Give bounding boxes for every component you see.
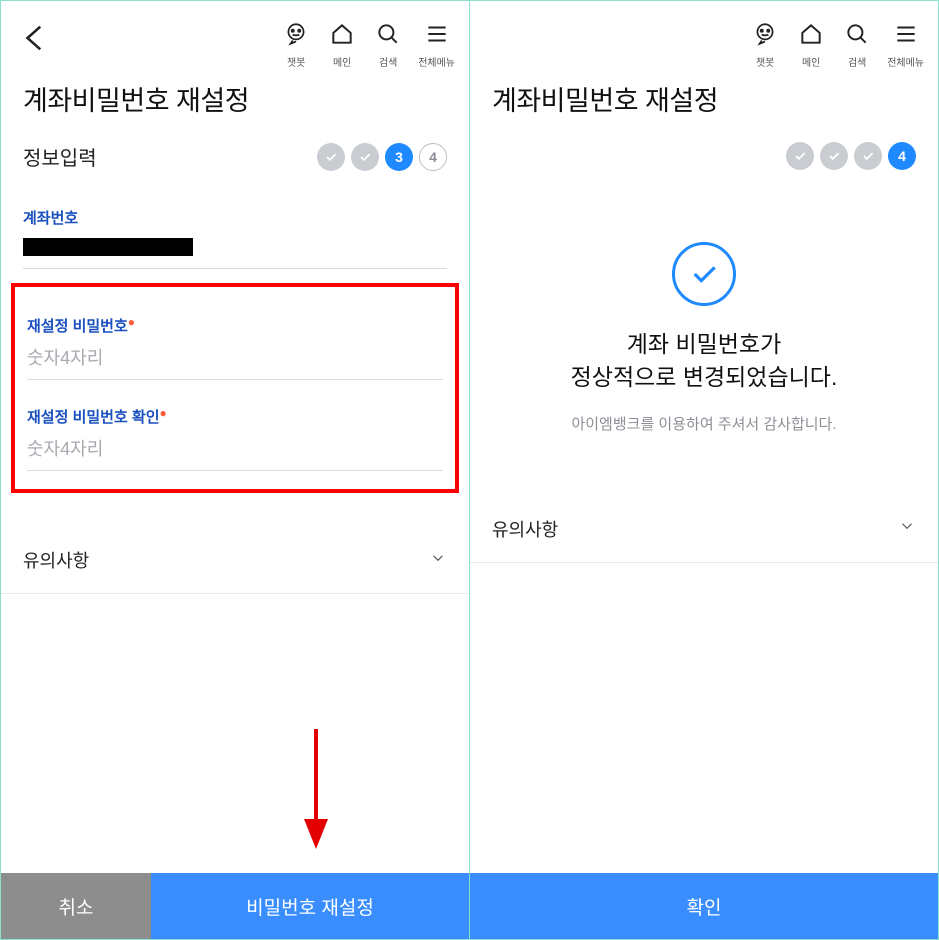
- menu-button[interactable]: 전체메뉴: [887, 21, 924, 69]
- confirm-password-input[interactable]: [27, 427, 443, 471]
- step-2-done: [351, 143, 379, 171]
- step-4-todo: 4: [419, 143, 447, 171]
- step-3-done: [854, 142, 882, 170]
- cancel-button[interactable]: 취소: [1, 873, 151, 939]
- notice-accordion[interactable]: 유의사항: [1, 527, 469, 594]
- home-label: 메인: [333, 54, 351, 69]
- chatbot-label: 챗봇: [756, 54, 774, 69]
- success-panel: 계좌 비밀번호가 정상적으로 변경되었습니다. 아이엠뱅크를 이용하여 주셔서 …: [470, 202, 938, 468]
- panel-step3: 챗봇 메인 검색 전체: [1, 1, 470, 939]
- notice-label: 유의사항: [23, 547, 89, 573]
- topbar: 챗봇 메인 검색 전체: [1, 1, 469, 71]
- new-password-input[interactable]: [27, 336, 443, 380]
- toolbar-icons: 챗봇 메인 검색 전체: [280, 21, 455, 69]
- step-row: 4: [470, 142, 938, 184]
- chatbot-icon: [283, 21, 309, 52]
- search-button[interactable]: 검색: [841, 21, 873, 69]
- confirm-password-label: 재설정 비밀번호 확인●: [27, 406, 443, 427]
- step-name: 정보입력: [23, 142, 97, 171]
- search-icon: [844, 21, 870, 52]
- success-subtext: 아이엠뱅크를 이용하여 주셔서 감사합니다.: [500, 413, 908, 434]
- toolbar-icons: 챗봇 메인 검색 전체: [749, 21, 924, 69]
- step-row: 정보입력 3 4: [1, 142, 469, 185]
- footer-buttons: 확인: [470, 873, 938, 939]
- step-2-done: [820, 142, 848, 170]
- account-number-redacted: [23, 238, 193, 256]
- home-label: 메인: [802, 54, 820, 69]
- footer-buttons: 취소 비밀번호 재설정: [1, 873, 469, 939]
- highlight-box: 재설정 비밀번호● 재설정 비밀번호 확인●: [11, 283, 459, 493]
- step-3-current: 3: [385, 143, 413, 171]
- new-password-label: 재설정 비밀번호●: [27, 315, 443, 336]
- annotation-arrow-icon: [301, 724, 331, 859]
- search-button[interactable]: 검색: [372, 21, 404, 69]
- chatbot-button[interactable]: 챗봇: [280, 21, 312, 69]
- menu-icon: [893, 21, 919, 52]
- divider: [23, 268, 447, 269]
- chevron-down-icon: [898, 517, 916, 540]
- chatbot-label: 챗봇: [287, 54, 305, 69]
- form-area: 계좌번호: [1, 185, 469, 269]
- back-button[interactable]: [19, 21, 53, 55]
- notice-label: 유의사항: [492, 516, 558, 542]
- success-message: 계좌 비밀번호가 정상적으로 변경되었습니다.: [500, 328, 908, 395]
- panel-step4: 챗봇 메인 검색 전체: [470, 1, 938, 939]
- home-icon: [329, 21, 355, 52]
- step-1-done: [786, 142, 814, 170]
- search-icon: [375, 21, 401, 52]
- page-title: 계좌비밀번호 재설정: [470, 71, 938, 142]
- home-button[interactable]: 메인: [326, 21, 358, 69]
- chatbot-icon: [752, 21, 778, 52]
- page-title: 계좌비밀번호 재설정: [1, 71, 469, 142]
- home-button[interactable]: 메인: [795, 21, 827, 69]
- notice-accordion[interactable]: 유의사항: [470, 496, 938, 563]
- account-label: 계좌번호: [23, 207, 447, 228]
- step-4-current: 4: [888, 142, 916, 170]
- search-label: 검색: [379, 54, 397, 69]
- confirm-button[interactable]: 확인: [470, 873, 938, 939]
- chevron-down-icon: [429, 549, 447, 572]
- topbar: 챗봇 메인 검색 전체: [470, 1, 938, 71]
- menu-icon: [424, 21, 450, 52]
- step-indicator: 3 4: [317, 143, 447, 171]
- home-icon: [798, 21, 824, 52]
- menu-label: 전체메뉴: [887, 54, 924, 69]
- submit-button[interactable]: 비밀번호 재설정: [151, 873, 469, 939]
- menu-button[interactable]: 전체메뉴: [418, 21, 455, 69]
- step-indicator: 4: [786, 142, 916, 170]
- menu-label: 전체메뉴: [418, 54, 455, 69]
- chatbot-button[interactable]: 챗봇: [749, 21, 781, 69]
- search-label: 검색: [848, 54, 866, 69]
- step-1-done: [317, 143, 345, 171]
- success-check-icon: [672, 242, 736, 306]
